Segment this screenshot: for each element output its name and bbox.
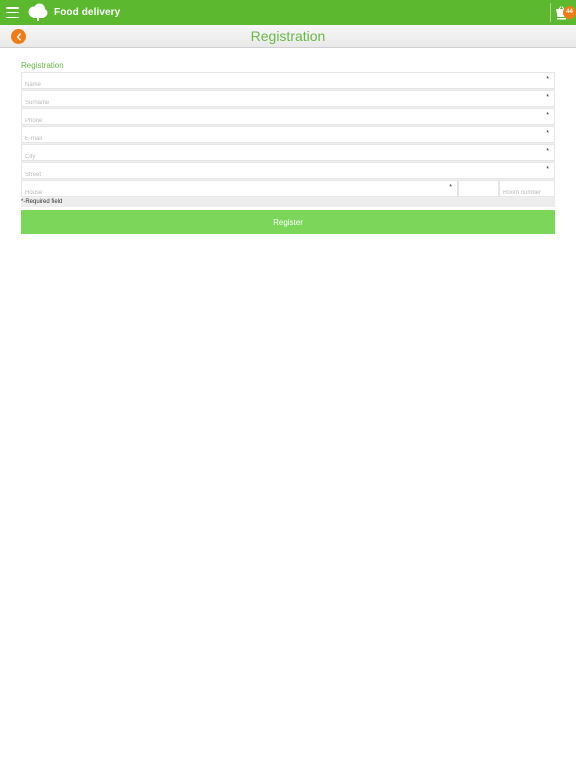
required-mark: * [449,184,452,191]
required-field-note: *-Required field [21,198,555,207]
required-mark: * [546,76,549,83]
phone-field[interactable]: * [21,108,555,129]
app-bar: Food delivery 44 [0,0,576,25]
surname-field[interactable]: * [21,90,555,111]
house-field[interactable]: * [21,180,458,201]
room-number-field[interactable] [499,180,555,201]
cloud-logo-icon [28,3,48,21]
email-field[interactable]: * [21,126,555,147]
form-section-label: Registration [21,61,64,70]
city-field[interactable]: * [21,144,555,165]
cart-count-badge: 44 [563,6,576,19]
required-mark: * [546,94,549,101]
required-mark: * [546,148,549,155]
street-field[interactable]: * [21,162,555,183]
register-button[interactable]: Register [21,210,555,234]
building-field[interactable] [458,180,499,201]
menu-icon[interactable] [6,7,19,18]
required-mark: * [546,166,549,173]
app-title: Food delivery [54,7,121,18]
required-mark: * [546,130,549,137]
page-title: Registration [250,28,326,44]
name-field[interactable]: * [21,72,555,93]
title-bar: Registration [0,25,576,48]
toolbar-divider [550,3,551,22]
required-mark: * [546,112,549,119]
